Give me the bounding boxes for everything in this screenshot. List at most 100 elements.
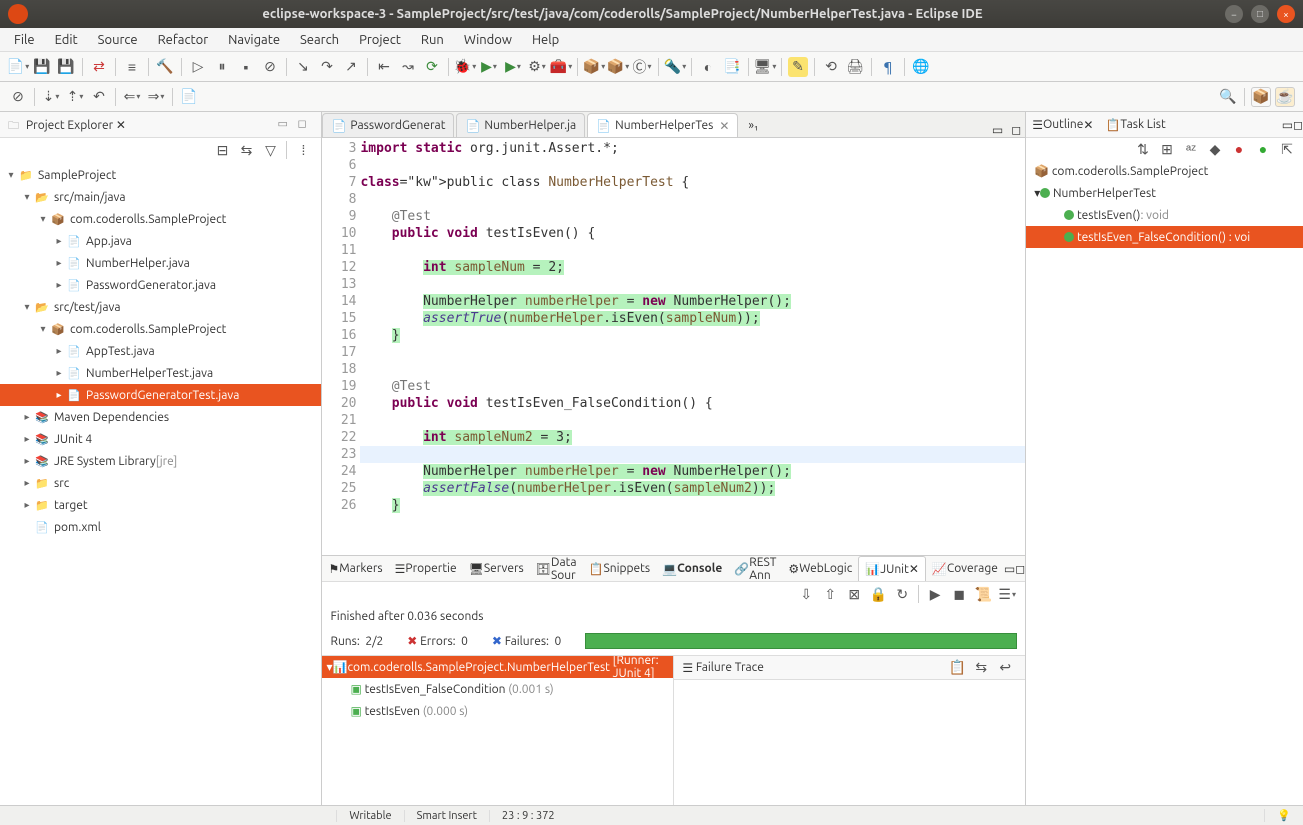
tree-passgen[interactable]: ▸📄PasswordGenerator.java bbox=[0, 274, 321, 296]
open-type-icon[interactable]: ◐ bbox=[698, 57, 718, 77]
view-menu-icon[interactable]: ⁞ bbox=[293, 140, 313, 160]
tab-console[interactable]: 💻 Console bbox=[656, 556, 728, 581]
tree-src-test[interactable]: ▾📂src/test/java bbox=[0, 296, 321, 318]
menu-file[interactable]: File bbox=[4, 31, 45, 49]
tree-pkg-test[interactable]: ▾📦com.coderolls.SampleProject bbox=[0, 318, 321, 340]
outline-focus-icon[interactable]: ● bbox=[1229, 139, 1249, 159]
trace-filter-icon[interactable]: 📋 bbox=[947, 658, 967, 678]
fwd-icon[interactable]: ⇒ bbox=[146, 87, 166, 107]
skip-breakpoints-icon[interactable]: ⊘ bbox=[8, 87, 28, 107]
perspective-jee-icon[interactable]: 📦 bbox=[1251, 87, 1271, 107]
tab-tasklist[interactable]: 📋 Task List bbox=[1099, 112, 1171, 137]
minimize-button[interactable]: − bbox=[1225, 5, 1243, 23]
step-into-icon[interactable]: ↘ bbox=[293, 57, 313, 77]
maximize-view-icon[interactable]: ◻ bbox=[297, 117, 313, 133]
junit-rerun-failed-icon[interactable]: ▶ bbox=[925, 584, 945, 604]
tab-coverage[interactable]: 📈 Coverage bbox=[926, 556, 1004, 581]
minimize-view-icon[interactable]: ▭ bbox=[277, 117, 293, 133]
debug-icon[interactable]: 🐞 bbox=[455, 57, 475, 77]
junit-root[interactable]: ▾ 📊 com.coderolls.SampleProject.NumberHe… bbox=[322, 656, 673, 678]
menu-project[interactable]: Project bbox=[349, 31, 411, 49]
maximize-button[interactable]: □ bbox=[1251, 5, 1269, 23]
resume-icon[interactable]: ▷ bbox=[188, 57, 208, 77]
runconfig-icon[interactable]: ⚙ bbox=[527, 57, 547, 77]
tab-datasource[interactable]: 🗄 Data Sour bbox=[530, 556, 583, 581]
trace-wrap-icon[interactable]: ↩ bbox=[995, 658, 1015, 678]
switch-editor-icon[interactable]: 📄 bbox=[179, 87, 199, 107]
outline-menu-icon[interactable]: ⇱ bbox=[1277, 139, 1297, 159]
run-icon[interactable]: ▶ bbox=[479, 57, 499, 77]
tree-app[interactable]: ▸📄App.java bbox=[0, 230, 321, 252]
tab-passwordgenerator[interactable]: 📄PasswordGenerat bbox=[322, 113, 454, 137]
new-server-icon[interactable]: 🖥 bbox=[755, 57, 775, 77]
junit-test2[interactable]: ▣ testIsEven (0.000 s) bbox=[322, 700, 673, 722]
tab-numberhelper[interactable]: 📄NumberHelper.ja bbox=[456, 113, 585, 137]
sync-icon[interactable]: ⇄ bbox=[89, 57, 109, 77]
tree-project[interactable]: ▾📁SampleProject bbox=[0, 164, 321, 186]
outline-hide-static-icon[interactable]: ᵃᶻ bbox=[1181, 139, 1201, 159]
menu-refactor[interactable]: Refactor bbox=[148, 31, 219, 49]
status-tip-icon[interactable]: 💡 bbox=[1264, 809, 1303, 822]
outline-hide-fields-icon[interactable]: ⊞ bbox=[1157, 139, 1177, 159]
link-editor-icon[interactable]: ⇆ bbox=[236, 140, 256, 160]
project-tree[interactable]: ▾📁SampleProject ▾📂src/main/java ▾📦com.co… bbox=[0, 162, 321, 805]
new-icon[interactable]: 📄 bbox=[8, 57, 28, 77]
outline-m1[interactable]: testIsEven() : void bbox=[1026, 204, 1303, 226]
tab-snippets[interactable]: 📋 Snippets bbox=[583, 556, 657, 581]
highlighter-icon[interactable]: ✎ bbox=[788, 57, 808, 77]
new-class-icon[interactable]: Ⓒ bbox=[632, 57, 652, 77]
junit-menu-icon[interactable]: ☰ bbox=[997, 584, 1017, 604]
maximize-right-icon[interactable]: ◻ bbox=[1293, 118, 1303, 132]
open-task-icon[interactable]: 📑 bbox=[722, 57, 742, 77]
perspective-java-icon[interactable]: ☕ bbox=[1275, 87, 1295, 107]
minimize-right-icon[interactable]: ▭ bbox=[1282, 118, 1293, 132]
tree-junit[interactable]: ▸📚JUnit 4 bbox=[0, 428, 321, 450]
print-icon[interactable]: 🖨 bbox=[845, 57, 865, 77]
menu-help[interactable]: Help bbox=[522, 31, 569, 49]
close-tab-icon[interactable]: ✕ bbox=[719, 119, 729, 133]
step-over-icon[interactable]: ↷ bbox=[317, 57, 337, 77]
maximize-editor-icon[interactable]: ◻ bbox=[1011, 123, 1021, 137]
search-icon[interactable]: 🔦 bbox=[665, 57, 685, 77]
coverage-icon[interactable]: ▶ bbox=[503, 57, 523, 77]
code-editor[interactable]: 367891011121314151617181920212223242526 … bbox=[322, 138, 1025, 555]
disconnect-icon[interactable]: ⊘ bbox=[260, 57, 280, 77]
drop-frame-icon[interactable]: ⇤ bbox=[374, 57, 394, 77]
quick-access-icon[interactable]: 🔍 bbox=[1218, 87, 1238, 107]
outline-class[interactable]: ▾ NumberHelperTest bbox=[1026, 182, 1303, 204]
junit-prev-icon[interactable]: ⇧ bbox=[820, 584, 840, 604]
relaunch-icon[interactable]: ⟳ bbox=[422, 57, 442, 77]
tab-more[interactable]: »₁ bbox=[740, 113, 766, 137]
back-icon[interactable]: ⇐ bbox=[122, 87, 142, 107]
junit-next-icon[interactable]: ⇩ bbox=[796, 584, 816, 604]
tree-passgentest[interactable]: ▸📄PasswordGeneratorTest.java bbox=[0, 384, 321, 406]
refresh-icon[interactable]: ⟲ bbox=[821, 57, 841, 77]
menu-source[interactable]: Source bbox=[88, 31, 148, 49]
tree-pom[interactable]: 📄pom.xml bbox=[0, 516, 321, 538]
junit-history-icon[interactable]: 📜 bbox=[973, 584, 993, 604]
junit-test1[interactable]: ▣ testIsEven_FalseCondition (0.001 s) bbox=[322, 678, 673, 700]
close-button[interactable]: × bbox=[1277, 5, 1295, 23]
junit-scroll-lock-icon[interactable]: 🔒 bbox=[868, 584, 888, 604]
tab-weblogic[interactable]: ⚙ WebLogic bbox=[782, 556, 858, 581]
junit-result-tree[interactable]: ▾ 📊 com.coderolls.SampleProject.NumberHe… bbox=[322, 655, 673, 805]
last-edit-icon[interactable]: ⇣ bbox=[41, 87, 61, 107]
tree-src[interactable]: ▸📁src bbox=[0, 472, 321, 494]
menu-run[interactable]: Run bbox=[411, 31, 454, 49]
pin-icon[interactable]: ¶ bbox=[878, 57, 898, 77]
suspend-icon[interactable]: ⏸ bbox=[212, 57, 232, 77]
toggle-comment-icon[interactable]: ≡ bbox=[122, 57, 142, 77]
tree-src-main[interactable]: ▾📂src/main/java bbox=[0, 186, 321, 208]
external-tools-icon[interactable]: 🧰 bbox=[551, 57, 571, 77]
filter-icon[interactable]: ▽ bbox=[260, 140, 280, 160]
tree-apptest[interactable]: ▸📄AppTest.java bbox=[0, 340, 321, 362]
menu-edit[interactable]: Edit bbox=[45, 31, 88, 49]
new-java-project-icon[interactable]: 📦 bbox=[584, 57, 604, 77]
new-package-icon[interactable]: 📦 bbox=[608, 57, 628, 77]
tab-rest[interactable]: 🔗 REST Ann bbox=[728, 556, 782, 581]
build-icon[interactable]: 🔨 bbox=[155, 57, 175, 77]
collapse-all-icon[interactable]: ⊟ bbox=[212, 140, 232, 160]
tree-maven-deps[interactable]: ▸📚Maven Dependencies bbox=[0, 406, 321, 428]
terminate-icon[interactable]: ▪ bbox=[236, 57, 256, 77]
menu-navigate[interactable]: Navigate bbox=[218, 31, 290, 49]
